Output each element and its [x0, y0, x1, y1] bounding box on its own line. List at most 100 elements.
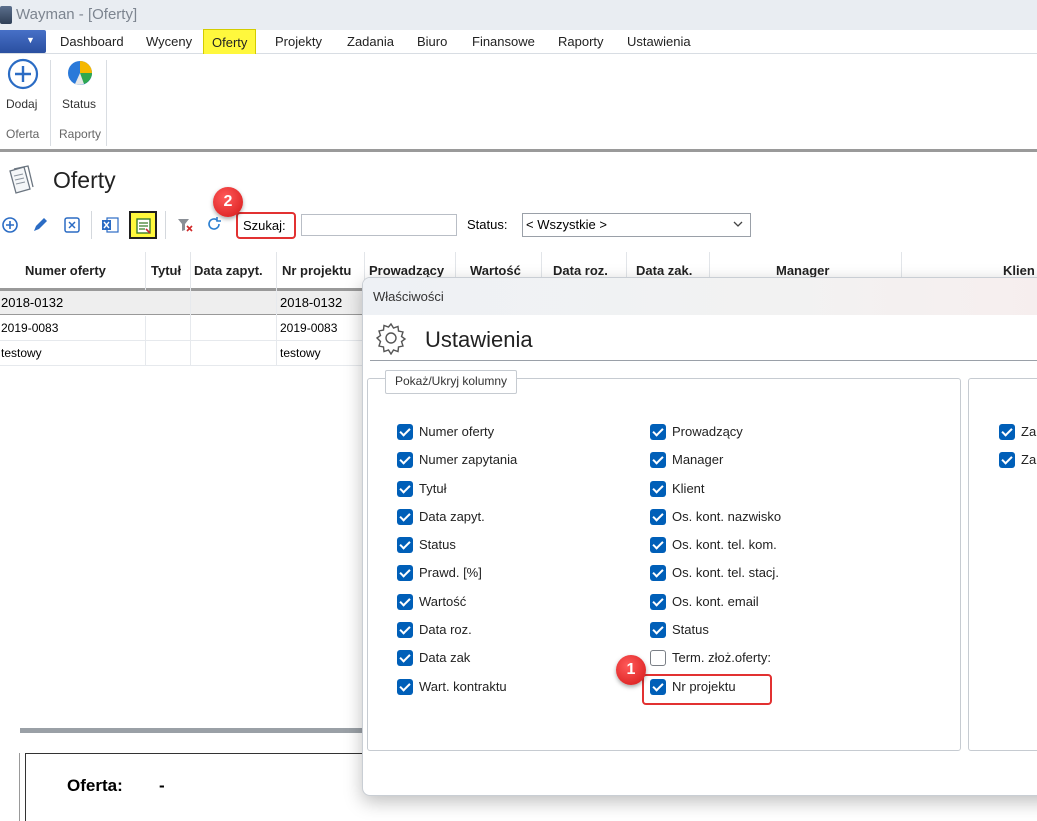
properties-dialog: Właściwości Ustawienia Pokaż/Ukryj kolum… [362, 277, 1037, 796]
checkbox-box [999, 424, 1015, 440]
toolbar-separator [165, 211, 166, 239]
gear-icon [375, 322, 407, 355]
checkbox-label: Status [419, 537, 456, 552]
ribbon-separator [50, 60, 51, 146]
column-header-data-roz[interactable]: Data roz. [553, 263, 608, 278]
columns-groupbox-title: Pokaż/Ukryj kolumny [385, 370, 518, 394]
clear-filter-icon[interactable] [176, 216, 194, 234]
cell-numer-oferty: testowy [1, 346, 42, 360]
checkbox-label: Za [1021, 424, 1037, 439]
menu-zadania[interactable]: Zadania [347, 34, 394, 49]
column-header-tytul[interactable]: Tytuł [151, 263, 181, 278]
checkbox-box [999, 452, 1015, 468]
menu-wyceny[interactable]: Wyceny [146, 34, 192, 49]
checkbox-box [397, 565, 413, 581]
dialog-titlebar[interactable]: Właściwości [363, 278, 1037, 315]
chevron-down-icon [733, 221, 743, 227]
checkbox-label: Status [672, 622, 709, 637]
column-settings-button[interactable] [129, 211, 157, 239]
add-button-label: Dodaj [6, 97, 38, 111]
menu-raporty[interactable]: Raporty [558, 34, 604, 49]
table-row[interactable]: testowy testowy [0, 341, 365, 366]
checkbox-box [650, 452, 666, 468]
checkbox-label: Os. kont. tel. kom. [672, 537, 777, 552]
table-row[interactable]: 2018-0132 2018-0132 [0, 290, 365, 315]
checkbox-box [650, 537, 666, 553]
column-gridline [190, 290, 191, 366]
excel-export-icon[interactable] [101, 216, 119, 234]
app-icon [0, 6, 12, 24]
checkbox-label: Data roz. [419, 622, 472, 637]
column-header-manager[interactable]: Manager [776, 263, 829, 278]
cell-nr-projektu: 2018-0132 [280, 295, 343, 310]
checkbox-label: Data zak [419, 650, 471, 665]
checkbox-box [650, 650, 666, 666]
menu-finansowe[interactable]: Finansowe [472, 34, 535, 49]
column-header-data-zak[interactable]: Data zak. [636, 263, 692, 278]
dialog-divider [370, 360, 1037, 361]
table-row[interactable]: 2019-0083 2019-0083 [0, 316, 365, 341]
status-filter-label: Status: [467, 217, 508, 232]
annotation-badge-1: 1 [616, 655, 646, 685]
panel-divider [19, 753, 20, 821]
delete-icon[interactable] [63, 216, 81, 234]
checkbox-label: Wartość [419, 594, 467, 609]
checkbox-label: Prowadzący [672, 424, 743, 439]
checkbox-box [650, 622, 666, 638]
status-filter-value: < Wszystkie > [526, 217, 607, 232]
plus-circle-icon [7, 58, 39, 90]
ribbon: Dodaj Oferta Status Raporty [0, 54, 1037, 152]
checkbox-box [397, 622, 413, 638]
menu-bar: ▼ Dashboard Wyceny Oferty Projekty Zadan… [0, 29, 1037, 58]
add-button[interactable]: Dodaj [3, 58, 43, 122]
cell-numer-oferty: 2018-0132 [1, 295, 64, 310]
checkbox-box [397, 594, 413, 610]
offer-detail-value: - [159, 776, 165, 795]
column-separator [190, 252, 191, 290]
cell-nr-projektu: testowy [280, 346, 321, 360]
column-separator [276, 252, 277, 290]
menu-projekty[interactable]: Projekty [275, 34, 322, 49]
menu-dashboard[interactable]: Dashboard [60, 34, 124, 49]
column-header-numer-oferty[interactable]: Numer oferty [25, 263, 106, 278]
checkbox-label: Os. kont. tel. stacj. [672, 565, 779, 580]
dialog-heading: Ustawienia [425, 327, 533, 352]
offer-detail-label: Oferta: [67, 776, 123, 795]
checkbox-label: Numer oferty [419, 424, 495, 439]
checkbox-box [397, 509, 413, 525]
checkbox-label: Os. kont. email [672, 594, 759, 609]
status-filter-select[interactable]: < Wszystkie > [522, 213, 751, 237]
column-header-prowadzacy[interactable]: Prowadzący [369, 263, 444, 278]
app-menu-button[interactable]: ▼ [0, 30, 46, 53]
checkbox-box [397, 537, 413, 553]
menu-ustawienia[interactable]: Ustawienia [627, 34, 691, 49]
column-gridline [276, 290, 277, 366]
horizontal-scrollbar[interactable] [20, 728, 365, 733]
column-gridline [145, 316, 146, 366]
annotation-badge-2: 2 [213, 187, 243, 217]
status-report-button[interactable]: Status [58, 58, 104, 122]
checkbox-box [650, 565, 666, 581]
checkbox-box [650, 481, 666, 497]
search-input[interactable] [301, 214, 457, 236]
menu-biuro[interactable]: Biuro [417, 34, 447, 49]
checkbox-box [397, 424, 413, 440]
cell-numer-oferty: 2019-0083 [1, 321, 59, 335]
checkbox-box [650, 594, 666, 610]
dropdown-arrow-icon: ▼ [26, 35, 35, 45]
toolbar-separator [91, 211, 92, 239]
refresh-icon[interactable] [205, 216, 223, 234]
add-icon[interactable] [1, 216, 19, 234]
search-label: Szukaj: [236, 212, 296, 239]
offers-document-icon [9, 165, 34, 194]
checkbox-label: Os. kont. nazwisko [672, 509, 782, 524]
column-header-klient[interactable]: Klien [1003, 263, 1035, 278]
checkbox-label: Tytuł [419, 481, 447, 496]
column-header-wartosc[interactable]: Wartość [470, 263, 521, 278]
checkbox-label: Term. złoż.oferty: [672, 650, 771, 665]
column-header-data-zapyt[interactable]: Data zapyt. [194, 263, 263, 278]
column-header-nr-projektu[interactable]: Nr projektu [282, 263, 351, 278]
edit-pencil-icon[interactable] [31, 216, 49, 234]
checkbox-label: Klient [672, 481, 705, 496]
column-separator [145, 252, 146, 290]
